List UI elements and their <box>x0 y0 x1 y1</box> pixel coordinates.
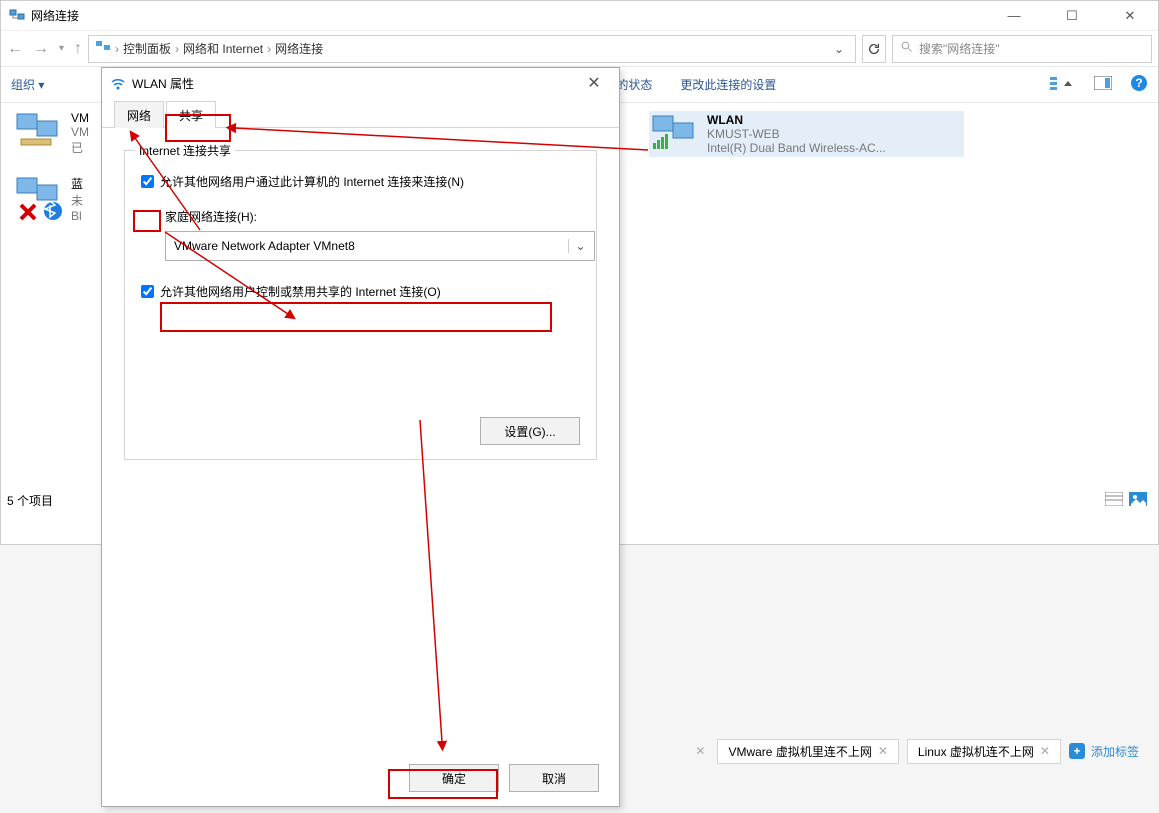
bt-adapter-icon <box>15 175 63 215</box>
address-dropdown[interactable]: ⌄ <box>829 42 849 56</box>
window-title: 网络连接 <box>31 7 994 24</box>
close-icon[interactable]: ✕ <box>878 744 888 758</box>
wifi-icon <box>110 75 126 91</box>
breadcrumb[interactable]: › 控制面板 › 网络和 Internet › 网络连接 ⌄ <box>88 35 856 63</box>
close-button[interactable]: ✕ <box>1110 8 1150 24</box>
item-count: 5 个项目 <box>7 492 53 509</box>
thumbnails-view-icon[interactable] <box>1129 492 1147 509</box>
allow-control-label: 允许其他网络用户控制或禁用共享的 Internet 连接(O) <box>160 283 441 300</box>
up-button[interactable]: ↑ <box>74 40 82 58</box>
help-icon[interactable]: ? <box>1130 74 1148 95</box>
settings-button[interactable]: 设置(G)... <box>480 417 580 445</box>
home-connection-label: 家庭网络连接(H): <box>165 208 580 225</box>
search-input[interactable]: 搜索"网络连接" <box>892 35 1152 63</box>
tag-2[interactable]: Linux 虚拟机连不上网✕ <box>907 739 1061 764</box>
crumb-3[interactable]: 网络连接 <box>275 40 323 57</box>
combo-value: VMware Network Adapter VMnet8 <box>174 239 355 253</box>
preview-pane-icon[interactable] <box>1094 76 1112 93</box>
wlan-ssid: KMUST-WEB <box>707 127 886 141</box>
nav-arrows: ← → ▾ ↑ <box>7 40 82 58</box>
maximize-button[interactable]: ☐ <box>1052 8 1092 24</box>
view-options-icon[interactable] <box>1050 75 1076 94</box>
wlan-adapter: Intel(R) Dual Band Wireless-AC... <box>707 141 886 155</box>
organize-menu[interactable]: 组织 ▾ <box>11 76 44 93</box>
dialog-title: WLAN 属性 <box>132 75 194 92</box>
tab-sharing[interactable]: 共享 <box>166 101 216 128</box>
breadcrumb-icon <box>95 39 111 58</box>
back-button[interactable]: ← <box>7 40 23 58</box>
group-legend: Internet 连接共享 <box>135 142 235 159</box>
history-dropdown[interactable]: ▾ <box>59 43 64 54</box>
refresh-button[interactable] <box>862 35 886 63</box>
cancel-button[interactable]: 取消 <box>509 764 599 792</box>
dialog-close-button[interactable]: ✕ <box>577 73 611 93</box>
tab-strip: 网络 共享 <box>102 98 619 128</box>
dialog-titlebar: WLAN 属性 ✕ <box>102 68 619 98</box>
wlan-adapter-icon <box>651 113 699 153</box>
svg-text:?: ? <box>1135 76 1142 90</box>
toolbar-change-settings[interactable]: 更改此连接的设置 <box>680 76 776 93</box>
ok-button[interactable]: 确定 <box>409 764 499 792</box>
minimize-button[interactable]: ― <box>994 8 1034 23</box>
network-icon <box>9 8 25 24</box>
close-icon[interactable]: ✕ <box>1040 744 1050 758</box>
allow-sharing-checkbox[interactable] <box>141 175 154 188</box>
window-controls: ― ☐ ✕ <box>994 8 1150 24</box>
tab-network[interactable]: 网络 <box>114 101 164 128</box>
crumb-1[interactable]: 控制面板 <box>123 40 171 57</box>
chevron-down-icon: ⌄ <box>568 239 586 253</box>
forward-button[interactable]: → <box>33 40 49 58</box>
address-bar-row: ← → ▾ ↑ › 控制面板 › 网络和 Internet › 网络连接 ⌄ 搜… <box>1 31 1158 67</box>
details-view-icon[interactable] <box>1105 492 1123 509</box>
tag-remove-x[interactable]: ✕ <box>691 744 709 758</box>
ics-groupbox: Internet 连接共享 允许其他网络用户通过此计算机的 Internet 连… <box>124 150 597 460</box>
crumb-2[interactable]: 网络和 Internet <box>183 40 263 57</box>
wlan-name: WLAN <box>707 113 886 127</box>
add-tag-button[interactable]: +添加标签 <box>1069 743 1139 760</box>
explorer-titlebar: 网络连接 ― ☐ ✕ <box>1 1 1158 31</box>
plus-icon: + <box>1069 743 1085 759</box>
search-placeholder: 搜索"网络连接" <box>919 40 1000 57</box>
tag-bar: ✕ VMware 虚拟机里连不上网✕ Linux 虚拟机连不上网✕ +添加标签 <box>0 735 1159 767</box>
home-connection-combo[interactable]: VMware Network Adapter VMnet8 ⌄ <box>165 231 595 261</box>
wlan-properties-dialog: WLAN 属性 ✕ 网络 共享 Internet 连接共享 允许其他网络用户通过… <box>101 67 620 807</box>
adapter-icon <box>15 111 63 151</box>
tag-1[interactable]: VMware 虚拟机里连不上网✕ <box>717 739 898 764</box>
allow-control-checkbox[interactable] <box>141 285 154 298</box>
allow-sharing-label: 允许其他网络用户通过此计算机的 Internet 连接来连接(N) <box>160 173 464 190</box>
connection-wlan[interactable]: WLAN KMUST-WEB Intel(R) Dual Band Wirele… <box>649 111 964 157</box>
search-icon <box>901 41 913 56</box>
